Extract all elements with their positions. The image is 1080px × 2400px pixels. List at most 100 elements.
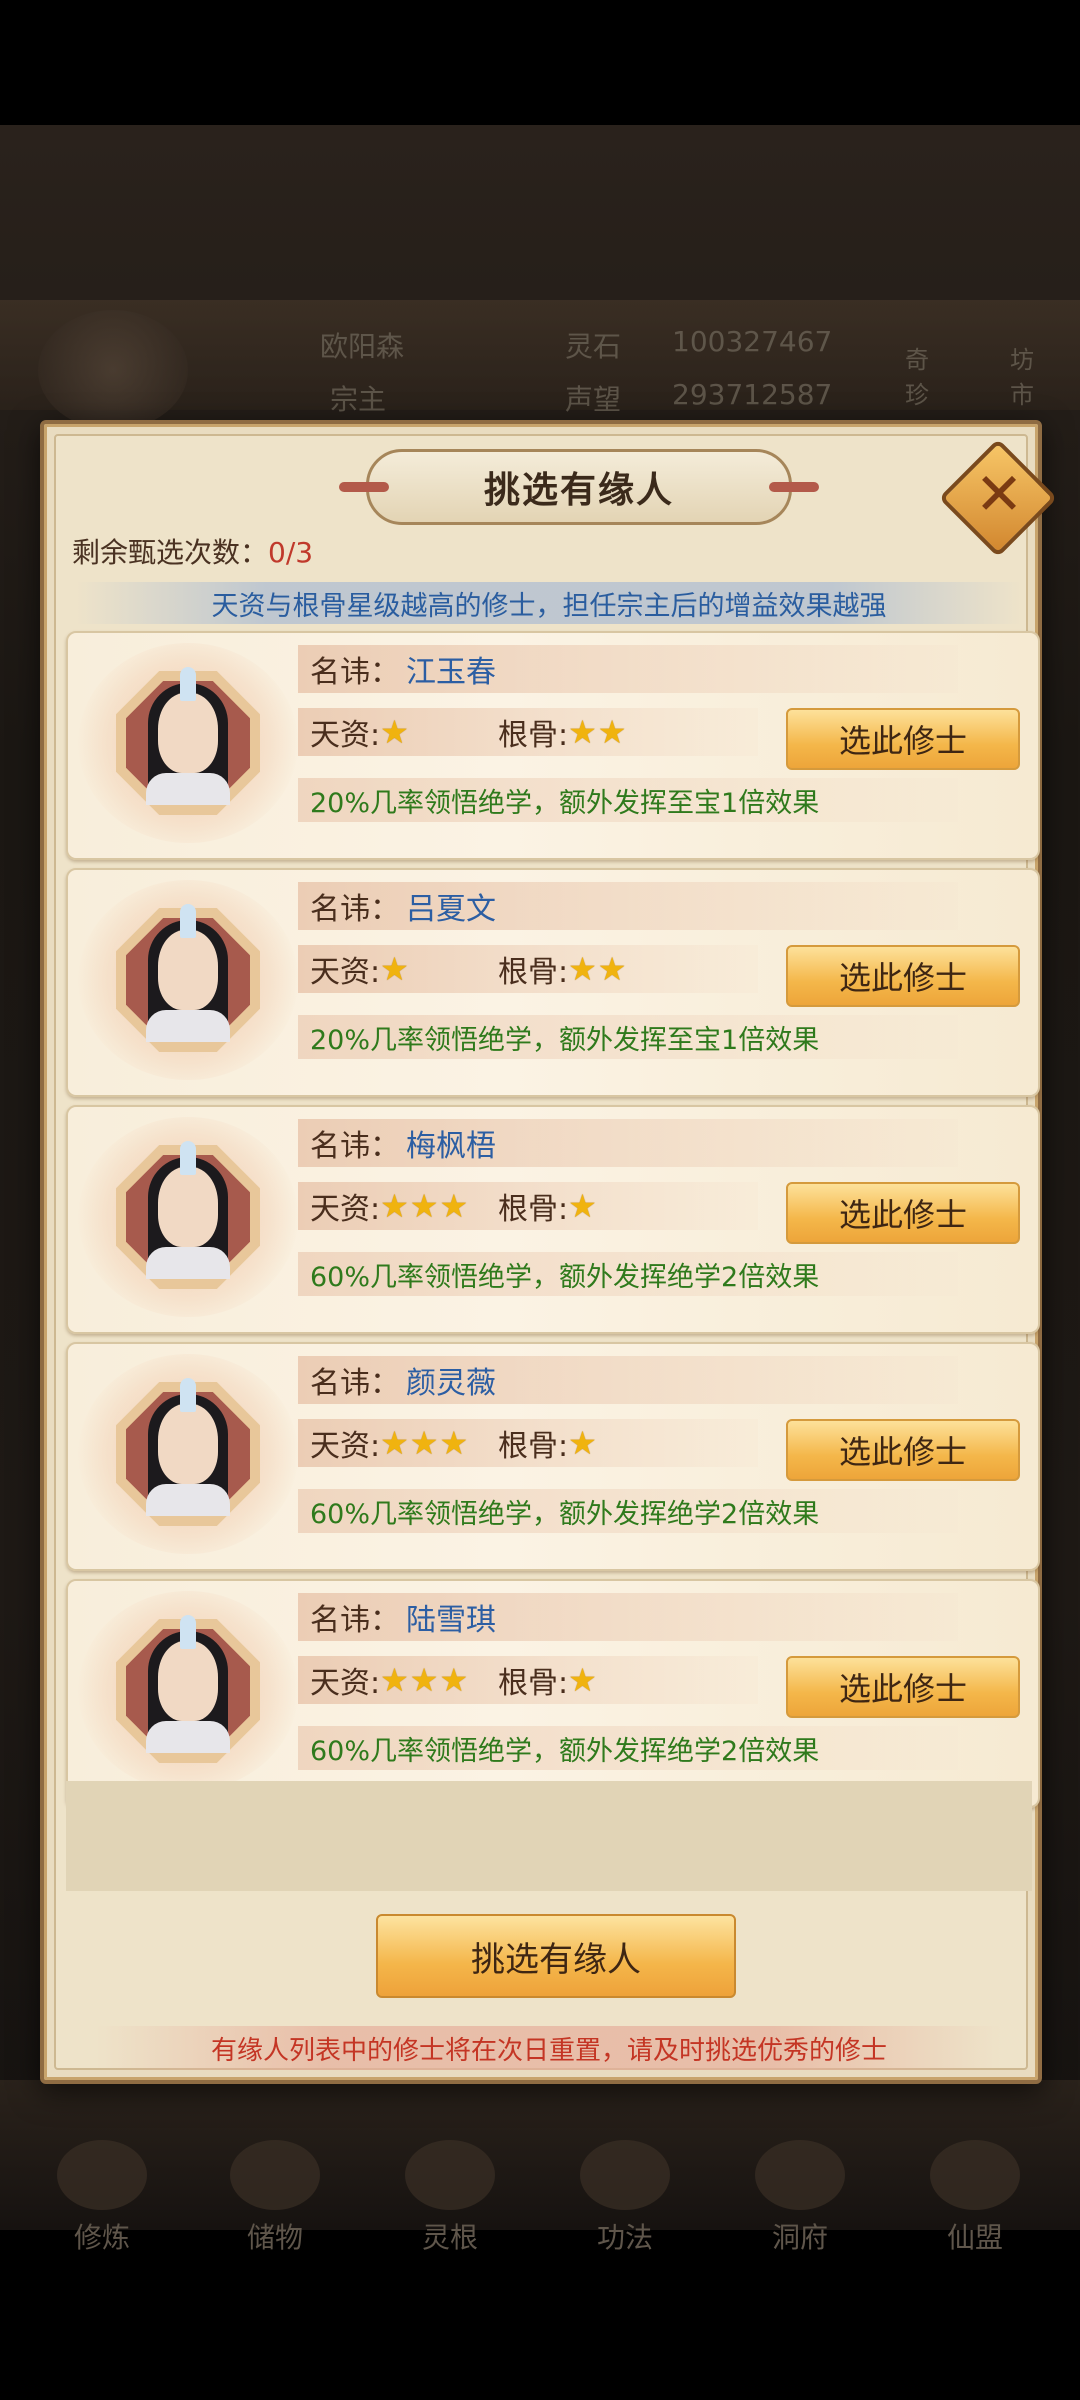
gongfa-icon — [580, 2140, 670, 2210]
talent-stars: ★★★ — [380, 1187, 470, 1225]
bone-label: 根骨: — [498, 718, 569, 753]
name-label: 名讳： — [310, 1129, 400, 1164]
stats-row: 天资: ★ 根骨: ★★ — [298, 945, 758, 993]
name-row: 名讳： 梅枫梧 — [298, 1119, 958, 1167]
candidate-portrait — [78, 880, 298, 1080]
bone-stat: 根骨: ★★ — [498, 947, 627, 991]
bone-label: 根骨: — [498, 1429, 569, 1464]
candidate-card: 名讳： 梅枫梧 天资: ★★★ 根骨: ★ 60%几率领悟绝学，额外发挥绝学2倍效果 … — [66, 1105, 1040, 1334]
bone-stars: ★★ — [568, 713, 628, 751]
candidate-name: 颜灵薇 — [406, 1366, 496, 1401]
talent-stars: ★★★ — [380, 1661, 470, 1699]
chuwu-icon — [230, 2140, 320, 2210]
candidate-name: 吕夏文 — [406, 892, 496, 927]
name-label: 名讳： — [310, 1366, 400, 1401]
name-row: 名讳： 江玉春 — [298, 645, 958, 693]
stats-row: 天资: ★★★ 根骨: ★ — [298, 1182, 758, 1230]
effect-row: 20%几率领悟绝学，额外发挥至宝1倍效果 — [298, 778, 958, 822]
talent-label: 天资: — [310, 1192, 381, 1227]
effect-text: 20%几率领悟绝学，额外发挥至宝1倍效果 — [310, 1024, 820, 1056]
effect-text: 60%几率领悟绝学，额外发挥绝学2倍效果 — [310, 1261, 820, 1293]
talent-stars: ★ — [380, 950, 410, 988]
talent-stars: ★★★ — [380, 1424, 470, 1462]
nav-item-linggen[interactable]: 灵根 — [390, 2140, 510, 2256]
shengwang-value: 293712587 — [672, 378, 833, 411]
nav-item-dongfu[interactable]: 洞府 — [740, 2140, 860, 2256]
player-name: 欧阳森 — [320, 330, 405, 363]
candidate-name: 陆雪琪 — [406, 1603, 496, 1638]
stats-row: 天资: ★ 根骨: ★★ — [298, 708, 758, 756]
bone-stars: ★ — [568, 1187, 598, 1225]
candidate-name: 江玉春 — [406, 655, 496, 690]
name-label: 名讳： — [310, 892, 400, 927]
pick-candidate-button[interactable]: 挑选有缘人 — [376, 1914, 736, 1998]
shengwang-label: 声望 — [565, 383, 622, 416]
effect-row: 60%几率领悟绝学，额外发挥绝学2倍效果 — [298, 1489, 958, 1533]
talent-label: 天资: — [310, 1429, 381, 1464]
bone-label: 根骨: — [498, 1192, 569, 1227]
nav-item-gongfa[interactable]: 功法 — [565, 2140, 685, 2256]
nav-item-chuwu[interactable]: 储物 — [215, 2140, 335, 2256]
candidate-list: 名讳： 江玉春 天资: ★ 根骨: ★★ 20%几率领悟绝学，额外发挥至宝1倍效果 选… — [66, 631, 1040, 1816]
tip-text: 天资与根骨星级越高的修士，担任宗主后的增益效果越强 — [211, 590, 887, 622]
candidate-portrait — [78, 1591, 298, 1791]
bone-stat: 根骨: ★ — [498, 1184, 598, 1228]
side-label-fangshi[interactable]: 坊市 — [1010, 340, 1040, 410]
tip-banner: 天资与根骨星级越高的修士，担任宗主后的增益效果越强 — [76, 582, 1022, 624]
remaining-value: 0/3 — [268, 536, 314, 569]
effect-text: 60%几率领悟绝学，额外发挥绝学2倍效果 — [310, 1735, 820, 1767]
linggen-icon — [405, 2140, 495, 2210]
name-row: 名讳： 陆雪琪 — [298, 1593, 958, 1641]
candidate-portrait — [78, 1354, 298, 1554]
bone-stars: ★ — [568, 1661, 598, 1699]
xianmeng-icon — [930, 2140, 1020, 2210]
select-candidate-button[interactable]: 选此修士 — [786, 1419, 1020, 1481]
effect-row: 20%几率领悟绝学，额外发挥至宝1倍效果 — [298, 1015, 958, 1059]
close-icon[interactable]: ✕ — [963, 458, 1035, 530]
nav-item-xianmeng[interactable]: 仙盟 — [915, 2140, 1035, 2256]
select-candidate-button[interactable]: 选此修士 — [786, 945, 1020, 1007]
effect-text: 60%几率领悟绝学，额外发挥绝学2倍效果 — [310, 1498, 820, 1530]
select-candidate-button[interactable]: 选此修士 — [786, 708, 1020, 770]
dongfu-icon — [755, 2140, 845, 2210]
bone-label: 根骨: — [498, 955, 569, 990]
effect-row: 60%几率领悟绝学，额外发挥绝学2倍效果 — [298, 1726, 958, 1770]
side-label-qizhen[interactable]: 奇珍 — [905, 340, 935, 410]
footer-text: 有缘人列表中的修士将在次日重置，请及时挑选优秀的修士 — [210, 2035, 887, 2066]
talent-label: 天资: — [310, 955, 381, 990]
bone-stat: 根骨: ★ — [498, 1421, 598, 1465]
select-candidate-button[interactable]: 选此修士 — [786, 1656, 1020, 1718]
bone-stars: ★★ — [568, 950, 628, 988]
select-candidate-button[interactable]: 选此修士 — [786, 1182, 1020, 1244]
stats-row: 天资: ★★★ 根骨: ★ — [298, 1656, 758, 1704]
effect-row: 60%几率领悟绝学，额外发挥绝学2倍效果 — [298, 1252, 958, 1296]
footer-notice: 有缘人列表中的修士将在次日重置，请及时挑选优秀的修士 — [96, 2026, 1002, 2070]
player-avatar — [38, 310, 188, 430]
name-row: 名讳： 颜灵薇 — [298, 1356, 958, 1404]
candidate-portrait — [78, 643, 298, 843]
name-label: 名讳： — [310, 1603, 400, 1638]
talent-label: 天资: — [310, 1666, 381, 1701]
player-rank: 宗主 — [330, 383, 387, 416]
name-label: 名讳： — [310, 655, 400, 690]
candidate-card: 名讳： 江玉春 天资: ★ 根骨: ★★ 20%几率领悟绝学，额外发挥至宝1倍效果 选… — [66, 631, 1040, 860]
remaining-count: 剩余甄选次数：0/3 — [72, 531, 313, 571]
bone-stat: 根骨: ★ — [498, 1658, 598, 1702]
talent-label: 天资: — [310, 718, 381, 753]
button-area — [66, 1781, 1032, 1891]
bone-label: 根骨: — [498, 1666, 569, 1701]
candidate-card: 名讳： 颜灵薇 天资: ★★★ 根骨: ★ 60%几率领悟绝学，额外发挥绝学2倍效果 … — [66, 1342, 1040, 1571]
candidate-portrait — [78, 1117, 298, 1317]
name-row: 名讳： 吕夏文 — [298, 882, 958, 930]
dialog-title: 挑选有缘人 — [483, 470, 674, 511]
candidate-name: 梅枫梧 — [406, 1129, 496, 1164]
nav-item-xiulian[interactable]: 修炼 — [42, 2140, 162, 2256]
xiulian-icon — [57, 2140, 147, 2210]
talent-stars: ★ — [380, 713, 410, 751]
lingshi-value: 100327467 — [672, 325, 833, 358]
candidate-card: 名讳： 吕夏文 天资: ★ 根骨: ★★ 20%几率领悟绝学，额外发挥至宝1倍效果 选… — [66, 868, 1040, 1097]
remaining-label: 剩余甄选次数： — [72, 536, 269, 569]
bone-stat: 根骨: ★★ — [498, 710, 627, 754]
select-candidate-dialog: 挑选有缘人 ✕ 剩余甄选次数：0/3 天资与根骨星级越高的修士，担任宗主后的增益… — [40, 420, 1058, 2084]
candidate-card: 名讳： 陆雪琪 天资: ★★★ 根骨: ★ 60%几率领悟绝学，额外发挥绝学2倍效果 … — [66, 1579, 1040, 1808]
